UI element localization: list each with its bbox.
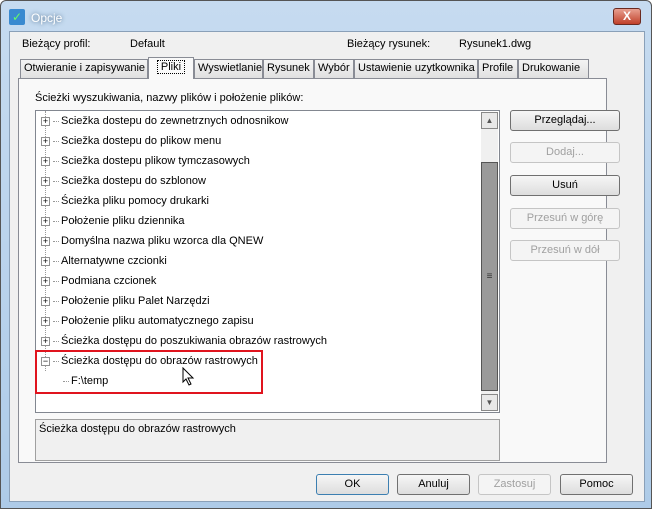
- side-button-1[interactable]: Dodaj...: [510, 142, 620, 163]
- description-box: Ścieżka dostępu do obrazów rastrowych: [35, 419, 500, 461]
- expand-icon[interactable]: +: [41, 236, 50, 246]
- tab-label: Wybór: [318, 62, 350, 74]
- tab-label: Profile: [482, 62, 514, 74]
- expand-icon[interactable]: +: [41, 156, 50, 166]
- tree-connector: [53, 140, 59, 142]
- drawing-label: Bieżący rysunek:: [347, 38, 431, 50]
- expand-icon[interactable]: +: [41, 136, 50, 146]
- tree-item[interactable]: + Położenie pliku automatycznego zapisu: [41, 313, 254, 329]
- tree-item[interactable]: + Ścieżka dostępu do poszukiwania obrazów…: [41, 333, 327, 349]
- tab-label: Ustawienie uzytkownika: [358, 62, 475, 74]
- expand-icon[interactable]: +: [41, 276, 50, 286]
- tree-item-label: Sciežka dostepu do plikow menu: [61, 135, 222, 147]
- expand-icon[interactable]: +: [41, 216, 50, 226]
- tree-item-label: Alternatywne czcionki: [61, 255, 167, 267]
- tab-label: Drukowanie: [522, 62, 581, 74]
- tree-item-label: Ścieżka dostępu do poszukiwania obrazów …: [61, 335, 327, 347]
- expand-icon[interactable]: +: [41, 296, 50, 306]
- help-button[interactable]: Pomoc: [560, 474, 633, 495]
- panel-heading: Ścieżki wyszukiwania, nazwy plików i poł…: [35, 92, 304, 104]
- tree-item-label: Sciežka dostepu do zewnetrznych odnosnik…: [61, 115, 289, 127]
- tab-label: Wyswietlanie: [198, 62, 263, 74]
- app-icon: ✓: [9, 9, 25, 25]
- mouse-cursor-icon: [182, 367, 195, 386]
- tab-pliki[interactable]: Pliki: [148, 57, 194, 79]
- apply-button[interactable]: Zastosuj: [478, 474, 551, 495]
- tree-connector: [53, 120, 59, 122]
- tree-item-label: Położenie pliku dziennika: [61, 215, 185, 227]
- tree-item[interactable]: + Położenie pliku dziennika: [41, 213, 185, 229]
- expand-icon[interactable]: +: [41, 316, 50, 326]
- cancel-button[interactable]: Anuluj: [397, 474, 470, 495]
- side-button-4[interactable]: Przesuń w dół: [510, 240, 620, 261]
- side-button-3[interactable]: Przesuń w górę: [510, 208, 620, 229]
- tree-item[interactable]: + Sciežka dostepu do plikow menu: [41, 133, 221, 149]
- tree-item[interactable]: + Domyślna nazwa pliku wzorca dla QNEW: [41, 233, 263, 249]
- tree-connector: [53, 180, 59, 182]
- tree-item[interactable]: + Sciežka dostepu do szblonow: [41, 173, 206, 189]
- scroll-down-arrow-icon[interactable]: ▼: [481, 394, 498, 411]
- tab-label: Otwieranie i zapisywanie: [24, 62, 146, 74]
- tree-item-label: Sciežka dostepu plikow tymczasowych: [61, 155, 250, 167]
- tree-connector: [53, 300, 59, 302]
- tree-item[interactable]: + Położenie pliku Palet Narzędzi: [41, 293, 210, 309]
- tab-wybor[interactable]: Wybór: [314, 59, 354, 78]
- side-button-0[interactable]: Przeglądaj...: [510, 110, 620, 131]
- tree-item-label: Podmiana czcionek: [61, 275, 157, 287]
- tab-wyswietlanie[interactable]: Wyswietlanie: [194, 59, 263, 78]
- tree-item-label: Położenie pliku Palet Narzędzi: [61, 295, 210, 307]
- tab-rysunek[interactable]: Rysunek: [263, 59, 314, 78]
- vertical-scrollbar[interactable]: ▲ ≡ ▼: [481, 112, 498, 411]
- tab-drukowanie[interactable]: Drukowanie: [518, 59, 589, 78]
- highlight-box: [35, 350, 263, 394]
- tree-item-label: Ścieżka pliku pomocy drukarki: [61, 195, 209, 207]
- tree-connector: [53, 340, 59, 342]
- tab-otwieranie[interactable]: Otwieranie i zapisywanie: [20, 59, 148, 78]
- tree-connector: [53, 200, 59, 202]
- profile-value: Default: [130, 38, 165, 50]
- expand-icon[interactable]: +: [41, 196, 50, 206]
- tree-item-label: Położenie pliku automatycznego zapisu: [61, 315, 254, 327]
- side-button-2[interactable]: Usuń: [510, 175, 620, 196]
- tab-label: Rysunek: [267, 62, 310, 74]
- drawing-value: Rysunek1.dwg: [459, 38, 532, 50]
- tree-item[interactable]: + Alternatywne czcionki: [41, 253, 167, 269]
- tree-connector: [53, 260, 59, 262]
- tree-connector: [53, 160, 59, 162]
- tab-profile[interactable]: Profile: [478, 59, 518, 78]
- scroll-up-arrow-icon[interactable]: ▲: [481, 112, 498, 129]
- tab-label: Pliki: [156, 60, 186, 74]
- tree-connector: [53, 220, 59, 222]
- close-button[interactable]: X: [613, 8, 641, 25]
- tree-item-label: Sciežka dostepu do szblonow: [61, 175, 206, 187]
- tree-item-label: Domyślna nazwa pliku wzorca dla QNEW: [61, 235, 264, 247]
- client-area: Bieżący profil: Default Bieżący rysunek:…: [9, 31, 645, 502]
- tab-panel-pliki: Ścieżki wyszukiwania, nazwy plików i poł…: [18, 78, 620, 463]
- expand-icon[interactable]: +: [41, 336, 50, 346]
- tree-connector: [53, 320, 59, 322]
- expand-icon[interactable]: +: [41, 256, 50, 266]
- profile-label: Bieżący profil:: [22, 38, 91, 50]
- tree-item[interactable]: + Sciežka dostepu plikow tymczasowych: [41, 153, 250, 169]
- options-dialog: ✓ Opcje X Bieżący profil: Default Bieżąc…: [0, 0, 652, 509]
- tree-connector: [53, 240, 59, 242]
- ok-button[interactable]: OK: [316, 474, 389, 495]
- tree-item[interactable]: + Ścieżka pliku pomocy drukarki: [41, 193, 209, 209]
- window-title: Opcje: [31, 11, 63, 25]
- tree-item[interactable]: + Podmiana czcionek: [41, 273, 156, 289]
- expand-icon[interactable]: +: [41, 116, 50, 126]
- scroll-thumb[interactable]: ≡: [481, 162, 498, 391]
- tree-connector: [53, 280, 59, 282]
- tab-ustawienie[interactable]: Ustawienie uzytkownika: [354, 59, 478, 78]
- expand-icon[interactable]: +: [41, 176, 50, 186]
- tree-item[interactable]: + Sciežka dostepu do zewnetrznych odnosni…: [41, 113, 288, 129]
